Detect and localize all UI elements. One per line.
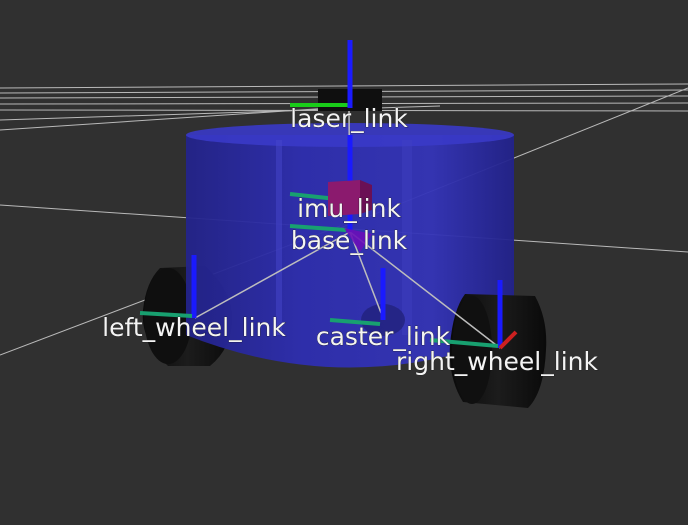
robot-scene: laser_link imu_link base_link left_wheel…: [0, 0, 688, 525]
frame-label-laser: laser_link: [290, 104, 408, 133]
frame-label-base: base_link: [291, 226, 408, 255]
frame-label-left-wheel: left_wheel_link: [102, 313, 286, 342]
frame-label-right-wheel: right_wheel_link: [396, 347, 598, 376]
3d-viewport[interactable]: laser_link imu_link base_link left_wheel…: [0, 0, 688, 525]
frame-label-imu: imu_link: [297, 194, 401, 223]
